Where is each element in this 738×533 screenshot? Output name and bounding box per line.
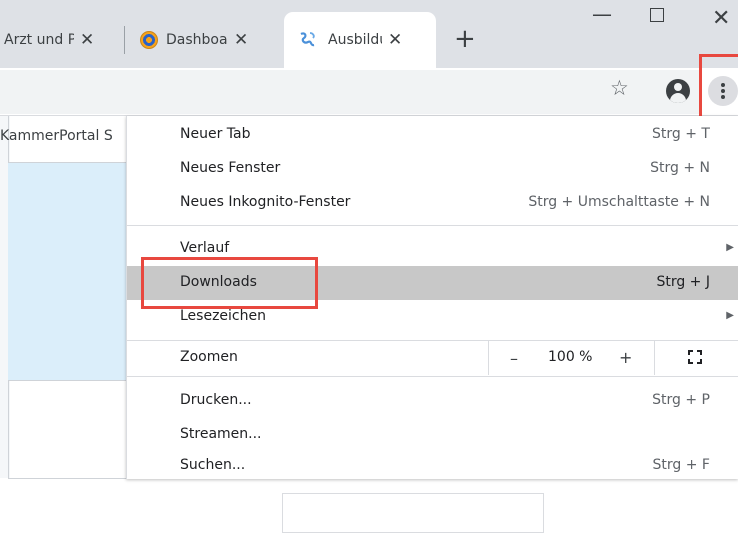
- menu-item-downloads[interactable]: Downloads Strg + J: [127, 266, 738, 300]
- menu-shortcut: Strg + J: [656, 274, 710, 290]
- window-close-icon[interactable]: ✕: [712, 6, 730, 31]
- dashboard-favicon-icon: [140, 31, 158, 49]
- menu-label: Downloads: [180, 274, 257, 290]
- zoom-divider: [488, 341, 489, 375]
- menu-shortcut: Strg + N: [650, 160, 710, 176]
- zoom-level: 100 %: [548, 349, 593, 365]
- window-maximize-icon[interactable]: [650, 8, 664, 22]
- menu-item-zoom: Zoomen: [127, 341, 738, 375]
- menu-shortcut: Strg + T: [652, 126, 710, 142]
- bookmark-star-icon[interactable]: ☆: [610, 76, 629, 100]
- fullscreen-icon[interactable]: [688, 350, 702, 364]
- menu-shortcut: Strg + F: [652, 457, 710, 473]
- menu-label: Verlauf: [180, 240, 230, 256]
- new-tab-plus-icon[interactable]: +: [454, 24, 476, 54]
- menu-item-new-window[interactable]: Neues Fenster Strg + N: [127, 152, 738, 186]
- tab-title: Ausbildung: [328, 32, 382, 48]
- window-minimize-icon[interactable]: —: [592, 2, 612, 26]
- menu-label: Streamen...: [180, 426, 262, 442]
- menu-item-print[interactable]: Drucken... Strg + P: [127, 384, 738, 418]
- address-bar[interactable]: [0, 70, 700, 114]
- zoom-divider: [654, 341, 655, 375]
- menu-label: Drucken...: [180, 392, 252, 408]
- ausbildung-favicon-icon: [300, 32, 315, 47]
- menu-label: Zoomen: [180, 349, 238, 365]
- menu-label: Neues Fenster: [180, 160, 281, 176]
- menu-shortcut: Strg + Umschalttaste + N: [528, 194, 710, 210]
- zoom-out-button[interactable]: –: [510, 349, 518, 368]
- menu-item-bookmarks[interactable]: Lesezeichen ▶: [127, 300, 738, 334]
- submenu-arrow-icon: ▶: [726, 310, 734, 321]
- tab-separator: [124, 26, 125, 54]
- chrome-menu-kebab-icon[interactable]: [708, 76, 738, 106]
- tab-dashboard[interactable]: Dashboard ✕: [140, 12, 270, 68]
- menu-item-incognito[interactable]: Neues Inkognito-Fenster Strg + Umschaltt…: [127, 186, 738, 220]
- submenu-arrow-icon: ▶: [726, 242, 734, 253]
- tab-ausbildung-active[interactable]: Ausbildung ✕: [284, 12, 436, 68]
- kammerportal-link[interactable]: KammerPortal S: [0, 128, 113, 144]
- page-divider: [8, 380, 126, 381]
- chrome-main-menu: Neuer Tab Strg + T Neues Fenster Strg + …: [126, 116, 738, 479]
- tab-arzt[interactable]: Arzt und Patient ✕: [4, 12, 120, 68]
- menu-separator: [127, 376, 738, 377]
- zoom-in-button[interactable]: +: [619, 348, 632, 367]
- menu-separator: [127, 225, 738, 226]
- tab-close-icon[interactable]: ✕: [234, 30, 248, 50]
- page-blue-panel: [8, 163, 126, 380]
- tab-close-icon[interactable]: ✕: [80, 30, 94, 50]
- menu-label: Lesezeichen: [180, 308, 266, 324]
- tab-title: Arzt und Patient: [4, 32, 74, 48]
- menu-shortcut: Strg + P: [652, 392, 710, 408]
- menu-item-history[interactable]: Verlauf ▶: [127, 232, 738, 266]
- menu-item-find[interactable]: Suchen... Strg + F: [127, 449, 738, 483]
- tab-close-icon[interactable]: ✕: [388, 30, 402, 50]
- menu-label: Neuer Tab: [180, 126, 251, 142]
- profile-avatar-icon[interactable]: [666, 79, 690, 103]
- menu-label: Suchen...: [180, 457, 246, 473]
- menu-label: Neues Inkognito-Fenster: [180, 194, 351, 210]
- menu-item-cast[interactable]: Streamen...: [127, 418, 738, 452]
- page-input-box[interactable]: [282, 493, 544, 533]
- page-divider: [8, 478, 126, 479]
- tab-title: Dashboard: [166, 32, 228, 48]
- menu-item-new-tab[interactable]: Neuer Tab Strg + T: [127, 118, 738, 152]
